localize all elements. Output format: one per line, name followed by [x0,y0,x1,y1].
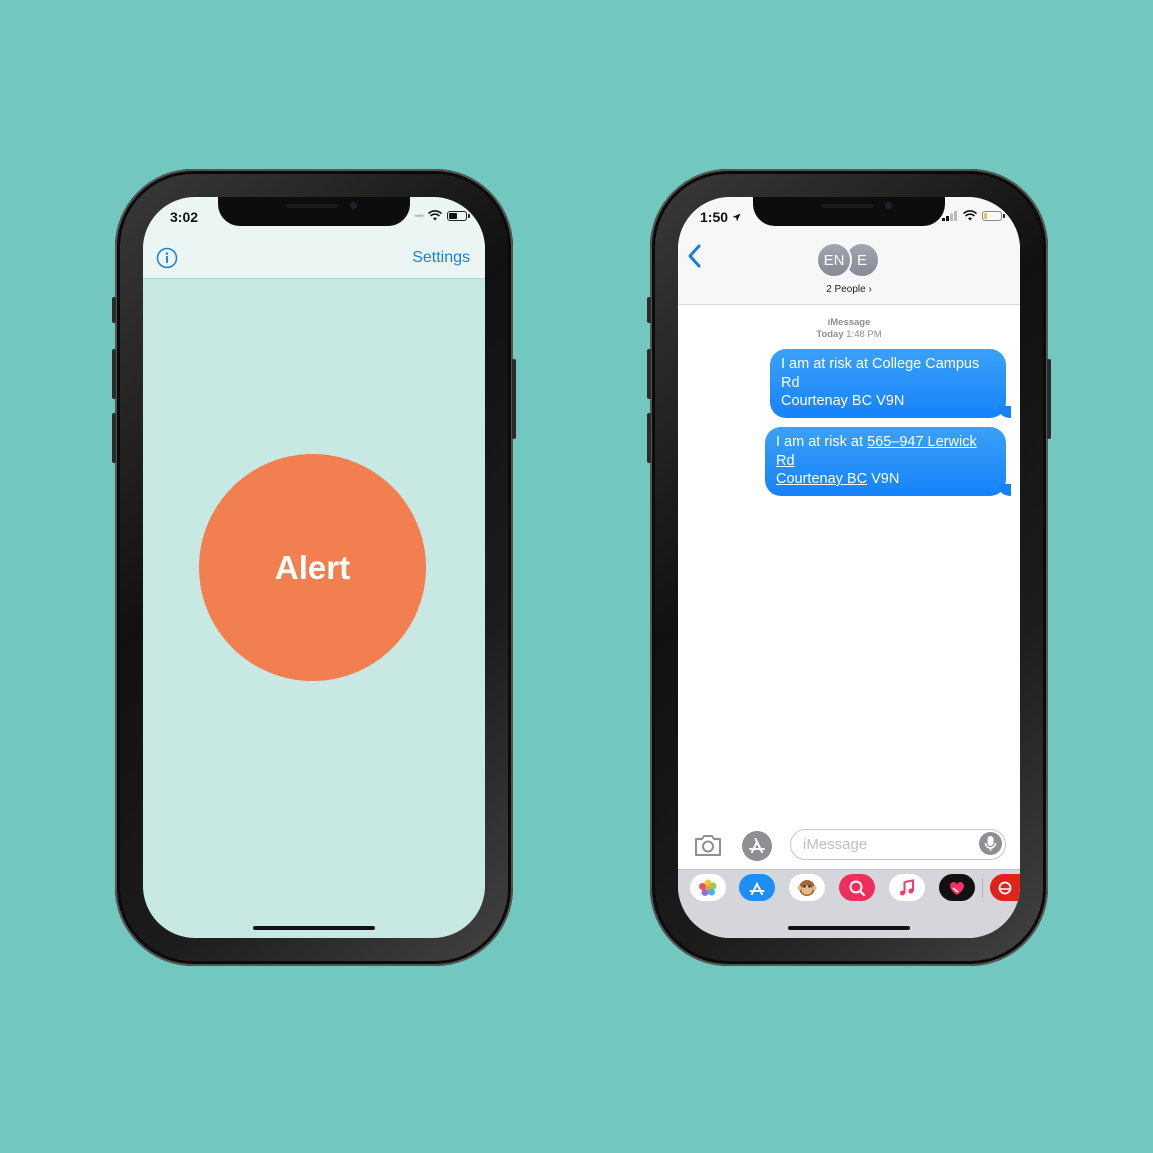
battery-icon [982,210,1005,221]
settings-button[interactable]: Settings [412,249,470,267]
tray-divider [982,878,983,898]
notch [218,197,410,226]
compose-bar: iMessage [678,827,1020,867]
bank-app-icon[interactable] [990,874,1020,901]
side-button [1047,359,1051,439]
search-images-icon[interactable] [839,874,875,901]
wifi-icon [428,210,442,221]
status-time: 1:50 [700,209,741,225]
microphone-icon[interactable] [979,832,1002,855]
avatar[interactable]: EN [816,242,852,278]
app-store-icon[interactable] [742,831,772,861]
right-phone: 1:50 E EN 2 People › iMessage Today 1:48… [647,169,1051,966]
participants-label[interactable]: 2 People › [678,284,1020,295]
left-phone: 3:02 •••• Settings Alert [112,169,516,966]
music-icon[interactable] [889,874,925,901]
message-bubble[interactable]: I am at risk at College Campus Rd Courte… [770,349,1011,418]
timestamp: Today 1:48 PM [816,329,882,340]
mute-switch [112,297,116,323]
wifi-icon [963,210,977,221]
notch [753,197,945,226]
status-icons [942,210,1005,221]
battery-icon [447,210,470,221]
status-icons: •••• [414,210,470,221]
message-bubble[interactable]: I am at risk at 565–947 Lerwick Rd Court… [765,427,1011,496]
message-input[interactable]: iMessage [790,829,1006,860]
messages-screen: 1:50 E EN 2 People › iMessage Today 1:48… [678,197,1020,938]
digital-touch-icon[interactable] [939,874,975,901]
home-indicator[interactable] [788,926,910,930]
app-store-icon[interactable] [739,874,775,901]
back-chevron-icon[interactable] [686,243,702,269]
volume-up-button [647,349,651,399]
address-link[interactable]: 565–947 Lerwick [867,434,977,450]
address-link[interactable]: Rd [776,453,795,469]
location-arrow-icon [732,213,741,222]
side-button [512,359,516,439]
home-indicator[interactable] [253,926,375,930]
address-link[interactable]: Courtenay BC [776,471,867,487]
volume-down-button [112,413,116,463]
alert-app-screen: 3:02 •••• Settings Alert [143,197,485,938]
photos-app-icon[interactable] [690,874,726,901]
camera-icon[interactable] [693,833,723,857]
alert-button[interactable]: Alert [199,454,426,681]
info-icon[interactable] [156,247,178,269]
status-time: 3:02 [170,209,199,225]
cellular-signal-icon [942,210,957,221]
animoji-icon[interactable] [789,874,825,901]
cellular-dots-icon: •••• [414,210,424,221]
service-label: iMessage [827,317,871,328]
volume-up-button [112,349,116,399]
volume-down-button [647,413,651,463]
mute-switch [647,297,651,323]
